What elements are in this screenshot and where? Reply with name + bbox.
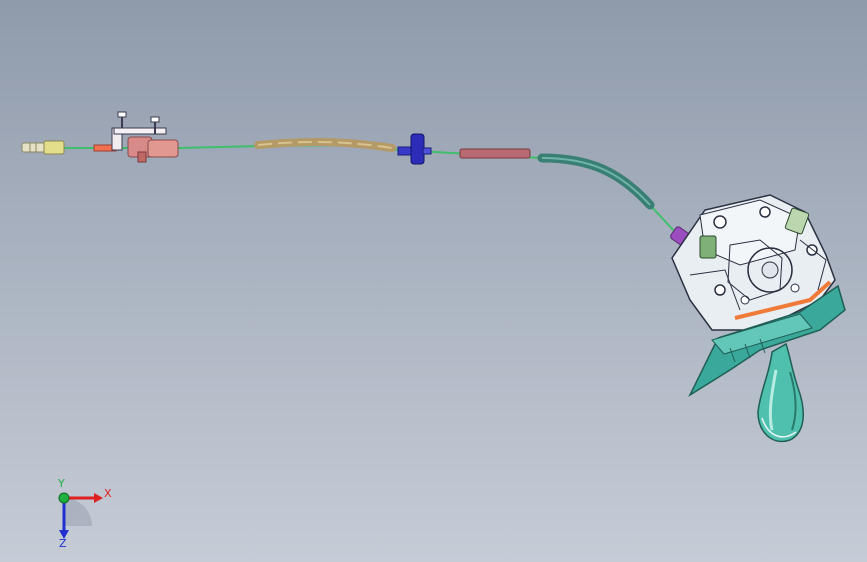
x-axis-label: X xyxy=(104,487,112,500)
cable-bracket[interactable] xyxy=(93,111,179,163)
cable-end-fitting[interactable] xyxy=(21,140,65,155)
triad-shading xyxy=(64,498,92,526)
cable-conduit[interactable] xyxy=(537,153,655,210)
cable-sleeve-red[interactable] xyxy=(459,148,531,159)
axis-triad: X Y Z xyxy=(57,478,112,548)
shift-lever[interactable] xyxy=(757,342,804,443)
z-axis-label: Z xyxy=(59,537,67,548)
3d-viewport[interactable]: X Y Z xyxy=(0,0,867,562)
cad-model-scene[interactable] xyxy=(0,0,867,562)
y-axis-dot-icon xyxy=(58,492,70,504)
x-axis-arrow-icon xyxy=(94,493,103,503)
grommet[interactable] xyxy=(397,133,432,165)
y-axis-label: Y xyxy=(57,478,65,490)
